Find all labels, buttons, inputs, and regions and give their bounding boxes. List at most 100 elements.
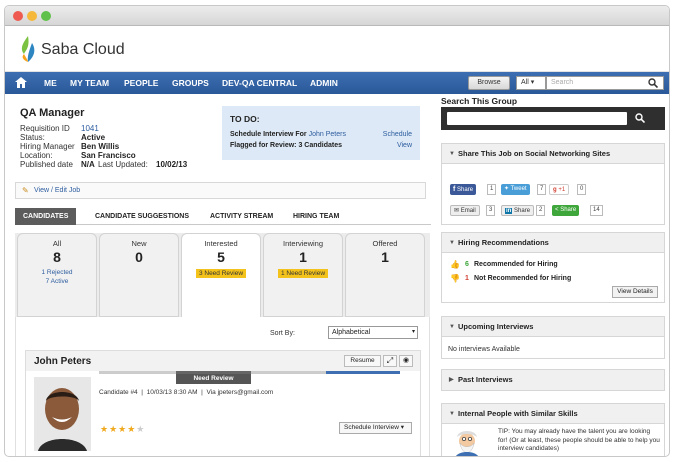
field-label: Requisition ID bbox=[20, 124, 70, 133]
job-title: QA Manager bbox=[20, 107, 85, 119]
sort-select[interactable]: Alphabetical ▾ bbox=[328, 326, 418, 339]
stage-offered[interactable]: Offered 1 bbox=[345, 233, 425, 317]
minimize-icon[interactable] bbox=[27, 11, 37, 21]
stage-count: 1 bbox=[381, 249, 389, 265]
linkedin-count: 2 bbox=[536, 205, 546, 216]
panel-header[interactable]: ▼ Upcoming Interviews bbox=[442, 317, 664, 337]
nav-people[interactable]: PEOPLE bbox=[124, 78, 158, 88]
published-value: N/A bbox=[81, 160, 95, 169]
google-plus-button[interactable]: g +1 bbox=[549, 184, 570, 195]
tab-hiring-team[interactable]: HIRING TEAM bbox=[285, 208, 347, 225]
stage-name: New bbox=[131, 239, 147, 248]
panel-header[interactable]: ▼ Internal People with Similar Skills bbox=[442, 404, 664, 424]
stage-interviewing[interactable]: Interviewing 1 1 Need Review bbox=[263, 233, 343, 317]
facebook-share-button[interactable]: f Share bbox=[450, 184, 477, 195]
chevron-down-icon: ▼ bbox=[449, 411, 455, 417]
chevron-down-icon: ▼ bbox=[449, 151, 455, 157]
need-review-badge[interactable]: 3 Need Review bbox=[195, 269, 247, 278]
main-content: QA Manager Requisition ID 1041 Status: A… bbox=[5, 94, 431, 456]
tweet-count: 7 bbox=[537, 184, 547, 195]
title-bar bbox=[5, 6, 669, 26]
schedule-interview-label: Schedule Interview bbox=[344, 424, 399, 431]
active-link[interactable]: 7 Active bbox=[18, 278, 96, 285]
right-sidebar: Search This Group ▼ Share This Job on Soc… bbox=[441, 94, 665, 456]
stage-count: 5 bbox=[217, 249, 225, 265]
rating-stars[interactable]: ★★★★★ bbox=[100, 424, 145, 435]
pipeline-stages: All 8 1 Rejected 7 Active New 0 Interest… bbox=[15, 233, 430, 317]
candidate-name[interactable]: John Peters bbox=[34, 356, 91, 367]
nav-admin[interactable]: ADMIN bbox=[310, 78, 338, 88]
view-details-button[interactable]: View Details bbox=[612, 286, 658, 298]
candidate-avatar[interactable] bbox=[34, 377, 91, 451]
search-icon[interactable] bbox=[635, 113, 645, 123]
close-icon[interactable] bbox=[13, 11, 23, 21]
search-icon[interactable] bbox=[648, 78, 658, 88]
panel-header[interactable]: ▶ Past Interviews bbox=[442, 370, 664, 390]
upcoming-panel-title: Upcoming Interviews bbox=[458, 322, 534, 331]
email-share-button[interactable]: ✉ Email bbox=[450, 205, 480, 216]
nav-dev-qa-central[interactable]: DEV-QA CENTRAL bbox=[222, 78, 297, 88]
panel-header[interactable]: ▼ Share This Job on Social Networking Sit… bbox=[442, 144, 664, 164]
linkedin-icon: in bbox=[505, 208, 513, 214]
pencil-icon: ✎ bbox=[22, 186, 29, 195]
stage-name: All bbox=[52, 239, 62, 248]
stage-interested[interactable]: Interested 5 3 Need Review bbox=[181, 233, 261, 317]
resume-button[interactable]: Resume bbox=[344, 355, 381, 367]
stage-new[interactable]: New 0 bbox=[99, 233, 179, 317]
tweet-button[interactable]: ✦ Tweet bbox=[501, 184, 530, 195]
saba-logo-icon bbox=[21, 36, 35, 62]
schedule-link[interactable]: Schedule bbox=[383, 131, 412, 138]
brand-name: Saba Cloud bbox=[41, 41, 125, 58]
need-review-badge[interactable]: 1 Need Review bbox=[277, 269, 329, 278]
thumbs-up-icon: 👍 bbox=[450, 260, 460, 269]
settings-icon[interactable]: ◉ bbox=[399, 355, 413, 367]
nav-groups[interactable]: GROUPS bbox=[172, 78, 209, 88]
candidate-link[interactable]: John Peters bbox=[309, 131, 346, 138]
tab-activity-stream[interactable]: ACTIVITY STREAM bbox=[202, 208, 281, 225]
candidate-card: John Peters Resume ⤢ ◉ Need Review Candi… bbox=[25, 350, 421, 456]
stage-count: 1 bbox=[299, 249, 307, 265]
expand-icon[interactable]: ⤢ bbox=[383, 355, 397, 367]
tab-candidates[interactable]: CANDIDATES bbox=[15, 208, 77, 225]
progress-active-segment bbox=[326, 371, 400, 374]
requisition-id[interactable]: 1041 bbox=[81, 124, 99, 133]
not-recommended-count: 1 bbox=[465, 275, 469, 282]
nav-me[interactable]: ME bbox=[44, 78, 57, 88]
rejected-link[interactable]: 1 Rejected bbox=[18, 269, 96, 276]
edit-job-link[interactable]: View / Edit Job bbox=[34, 187, 80, 194]
linkedin-share-button[interactable]: in Share bbox=[501, 205, 535, 216]
todo-text: Schedule Interview For John Peters bbox=[230, 131, 346, 138]
todo-title: TO DO: bbox=[230, 114, 260, 124]
maximize-icon[interactable] bbox=[41, 11, 51, 21]
candidate-number: Candidate #4 bbox=[99, 389, 138, 396]
search-scope-value: All bbox=[521, 79, 529, 86]
location-value: San Francisco bbox=[81, 151, 136, 160]
tab-candidate-suggestions[interactable]: CANDIDATE SUGGESTIONS bbox=[87, 208, 197, 225]
tweet-label: Tweet bbox=[510, 186, 527, 192]
search-scope-select[interactable]: All ▾ bbox=[516, 76, 546, 90]
browse-button[interactable]: Browse bbox=[468, 76, 510, 90]
sort-label: Sort By: bbox=[270, 330, 295, 337]
share-icon: < bbox=[555, 207, 559, 213]
sort-value: Alphabetical bbox=[332, 329, 371, 336]
search-input[interactable]: Search bbox=[546, 76, 664, 90]
stage-name: Interviewing bbox=[282, 239, 324, 248]
panel-header[interactable]: ▼ Hiring Recommendations bbox=[442, 233, 664, 253]
tip-text: TIP: You may already have the talent you… bbox=[498, 428, 660, 452]
stage-count: 8 bbox=[53, 249, 61, 265]
google-plus-label: +1 bbox=[558, 187, 566, 193]
schedule-interview-select[interactable]: Schedule Interview ▾ bbox=[339, 422, 412, 434]
internal-people-panel: ▼ Internal People with Similar Skills TIP… bbox=[441, 403, 665, 456]
stage-name: Interested bbox=[204, 239, 238, 248]
generic-share-button[interactable]: < Share bbox=[552, 205, 580, 216]
nav-my-team[interactable]: MY TEAM bbox=[70, 78, 109, 88]
stage-all[interactable]: All 8 1 Rejected 7 Active bbox=[17, 233, 97, 317]
group-search-input[interactable] bbox=[447, 112, 627, 125]
email-share-label: Email bbox=[460, 208, 476, 214]
google-plus-icon: g bbox=[553, 187, 557, 193]
field-label: Published date bbox=[20, 160, 73, 169]
view-link[interactable]: View bbox=[397, 142, 412, 149]
home-icon[interactable] bbox=[15, 77, 27, 88]
edit-job-bar: ✎ View / Edit Job bbox=[15, 182, 426, 199]
not-recommended-label: Not Recommended for Hiring bbox=[474, 275, 572, 282]
